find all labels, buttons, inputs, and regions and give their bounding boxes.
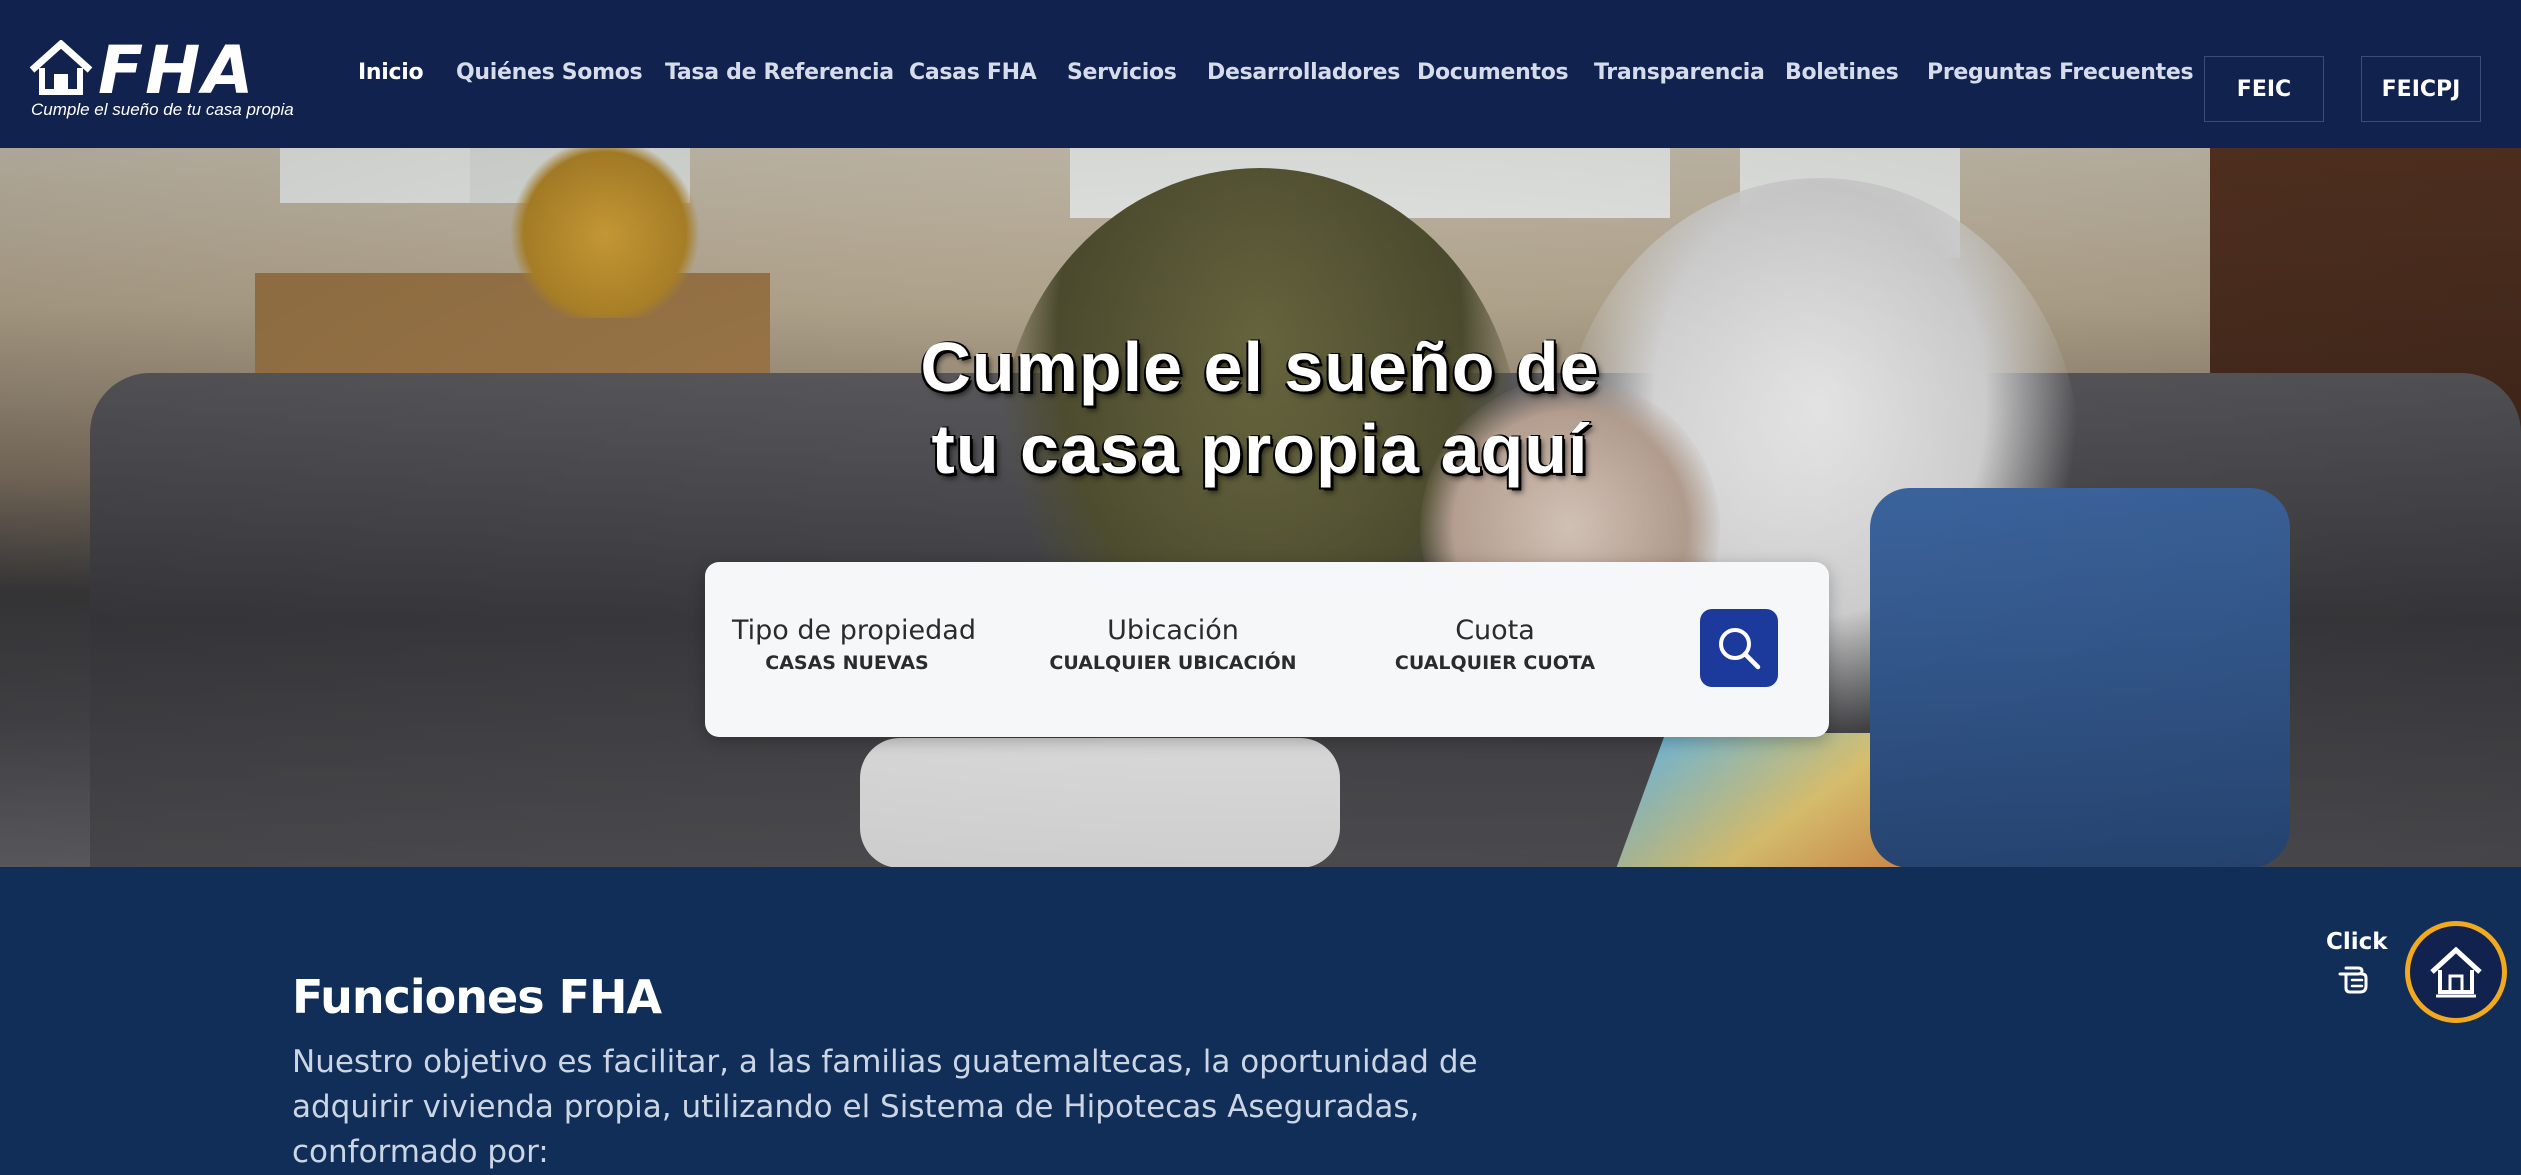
- payment-value: CUALQUIER CUOTA: [1394, 652, 1596, 674]
- location-selector[interactable]: Ubicación CUALQUIER UBICACIÓN: [1048, 614, 1298, 674]
- property-search-box: Tipo de propiedad CASAS NUEVAS Ubicación…: [705, 562, 1829, 737]
- property-type-selector[interactable]: Tipo de propiedad CASAS NUEVAS: [732, 614, 976, 674]
- logo-tagline: Cumple el sueño de tu casa propia: [31, 100, 294, 119]
- nav-item-quienes-somos[interactable]: Quiénes Somos: [456, 60, 643, 85]
- nav-item-tasa-de-referencia[interactable]: Tasa de Referencia: [665, 60, 894, 85]
- funciones-title: Funciones FHA: [292, 970, 662, 1024]
- property-type-label: Tipo de propiedad: [732, 615, 976, 646]
- click-label: Click: [2326, 929, 2388, 955]
- nav-item-inicio[interactable]: Inicio: [358, 60, 424, 85]
- top-navbar: FHA Cumple el sueño de tu casa propia In…: [0, 0, 2521, 148]
- hero-banner: Cumple el sueño de tu casa propia aquí T…: [0, 148, 2521, 867]
- floating-home-button[interactable]: [2405, 921, 2507, 1023]
- feicpj-button[interactable]: FEICPJ: [2361, 56, 2481, 122]
- nav-item-preguntas-frecuentes[interactable]: Preguntas Frecuentes: [1927, 60, 2194, 85]
- hero-title: Cumple el sueño de tu casa propia aquí: [760, 326, 1760, 490]
- fha-logo[interactable]: FHA Cumple el sueño de tu casa propia: [28, 32, 298, 124]
- nav-item-desarrolladores[interactable]: Desarrolladores: [1207, 60, 1400, 85]
- house-icon: [29, 40, 93, 95]
- funciones-description: Nuestro objetivo es facilitar, a las fam…: [292, 1044, 1478, 1170]
- payment-label: Cuota: [1455, 615, 1535, 646]
- nav-item-documentos[interactable]: Documentos: [1417, 60, 1569, 85]
- location-value: CUALQUIER UBICACIÓN: [1049, 652, 1297, 674]
- feic-button[interactable]: FEIC: [2204, 56, 2324, 122]
- hero-title-line-1: Cumple el sueño de: [920, 328, 1600, 406]
- hero-title-line-2: tu casa propia aquí: [931, 410, 1589, 488]
- pointing-hand-icon: [2338, 966, 2368, 994]
- payment-selector[interactable]: Cuota CUALQUIER CUOTA: [1380, 614, 1610, 674]
- property-type-value: CASAS NUEVAS: [765, 652, 929, 674]
- nav-item-transparencia[interactable]: Transparencia: [1594, 60, 1765, 85]
- search-button[interactable]: [1700, 609, 1778, 687]
- nav-item-casas-fha[interactable]: Casas FHA: [909, 60, 1037, 85]
- search-icon: [1719, 628, 1761, 670]
- logo-text: FHA: [98, 32, 256, 109]
- house-icon: [2430, 946, 2482, 998]
- nav-item-boletines[interactable]: Boletines: [1785, 60, 1899, 85]
- location-label: Ubicación: [1107, 615, 1239, 646]
- nav-item-servicios[interactable]: Servicios: [1067, 60, 1177, 85]
- hero-overlay: [0, 148, 2521, 867]
